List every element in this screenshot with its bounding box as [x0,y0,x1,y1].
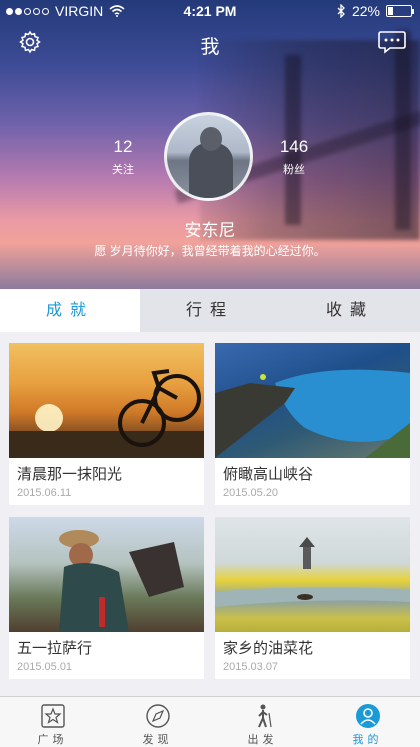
card-lhasa[interactable]: 五一拉萨行 2015.05.01 [9,517,204,679]
card-photo [9,517,204,632]
compass-icon [145,704,170,728]
following-stat[interactable]: 12 关注 [93,137,153,177]
card-title: 俯瞰高山峡谷 [223,466,314,483]
tabbar-item-square[interactable]: 广场 [0,697,105,747]
card-photo [215,343,410,458]
tabbar-label: 发现 [142,734,173,746]
achievement-grid: 清晨那一抹阳光 2015.06.11 俯瞰高山峡谷 2015.05.20 五一拉… [0,332,420,696]
card-canola[interactable]: 家乡的油菜花 2015.03.07 [215,517,410,679]
card-date: 2015.03.07 [223,661,279,673]
user-icon [355,704,380,728]
chat-bubble-icon[interactable] [378,30,406,54]
card-photo [215,517,410,632]
tabbar-item-mine[interactable]: 我的 [315,697,420,747]
battery-icon [386,5,414,17]
user-name: 安东尼 [184,221,236,240]
segment-tabs: 成就 行程 收藏 [0,289,420,332]
tab-achievements[interactable]: 成就 [0,289,140,332]
bluetooth-icon [337,4,345,18]
star-icon [40,704,65,728]
card-sunrise[interactable]: 清晨那一抹阳光 2015.06.11 [9,343,204,505]
card-date: 2015.06.11 [17,487,72,499]
page-title: 我 [200,37,220,58]
tab-itinerary[interactable]: 行程 [140,289,280,332]
hiker-icon [257,704,272,728]
fans-stat[interactable]: 146 粉丝 [264,137,324,177]
tabbar-label: 我的 [352,734,383,746]
bottom-tab-bar: 广场 发现 出发 我的 [0,696,420,747]
card-date: 2015.05.20 [223,487,279,499]
battery-percent: 22% [351,3,380,19]
fans-label: 粉丝 [283,164,305,176]
fans-count: 146 [279,137,309,156]
following-count: 12 [113,137,133,156]
tabbar-label: 出发 [247,734,278,746]
card-canyon[interactable]: 俯瞰高山峡谷 2015.05.20 [215,343,410,505]
avatar[interactable] [164,112,253,201]
nav-bar: 我 [0,26,420,60]
card-title: 五一拉萨行 [17,640,93,657]
profile-header: VIRGIN 4:21 PM 22% 我 12 关注 146 粉丝 安东尼 愿 … [0,0,420,289]
card-photo [9,343,204,458]
tabbar-item-depart[interactable]: 出发 [210,697,315,747]
card-title: 清晨那一抹阳光 [17,466,123,483]
tabbar-item-discover[interactable]: 发现 [105,697,210,747]
card-date: 2015.05.01 [17,661,73,673]
tabbar-label: 广场 [37,734,68,746]
tab-favorites[interactable]: 收藏 [280,289,420,332]
status-bar: VIRGIN 4:21 PM 22% [0,0,420,22]
following-label: 关注 [112,164,134,176]
user-motto: 愿 岁月待你好，我曾经带着我的心经过你。 [94,244,326,258]
card-title: 家乡的油菜花 [223,640,314,657]
